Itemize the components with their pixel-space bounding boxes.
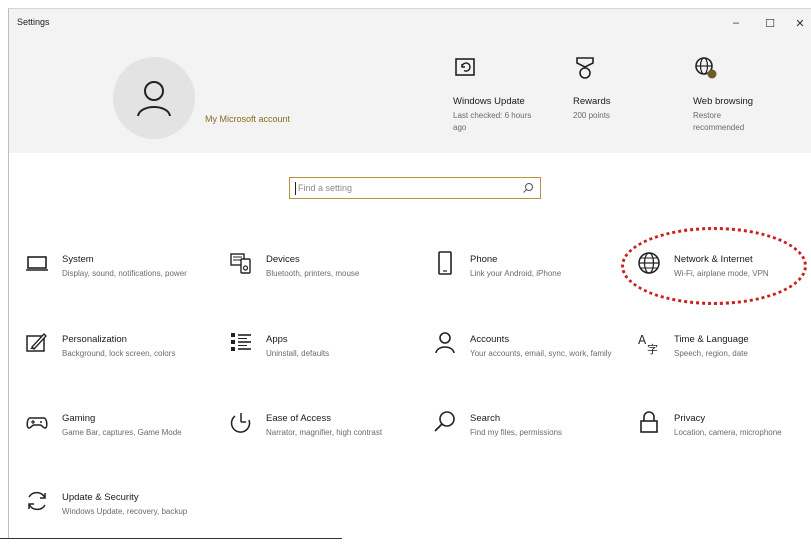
ease-of-access-icon xyxy=(230,413,251,433)
tile-ease-of-access[interactable]: Ease of Access Narrator, magnifier, high… xyxy=(229,410,419,470)
tile-name: Apps xyxy=(266,334,288,345)
tile-name: Gaming xyxy=(62,413,96,424)
tile-description: Display, sound, notifications, power xyxy=(62,269,187,278)
tile-devices[interactable]: Devices Bluetooth, printers, mouse xyxy=(229,251,419,311)
tile-time-language[interactable]: A 字 Time & Language Speech, region, date xyxy=(637,331,811,391)
rewards-card[interactable]: Rewards 200 points xyxy=(573,55,693,122)
sync-icon xyxy=(28,491,46,511)
tile-name: System xyxy=(62,254,94,265)
tile-description: Speech, region, date xyxy=(674,349,748,358)
rewards-icon xyxy=(576,57,594,79)
tile-description: Windows Update, recovery, backup xyxy=(62,507,188,516)
window-title: Settings xyxy=(17,17,50,27)
tile-personalization[interactable]: Personalization Background, lock screen,… xyxy=(25,331,215,391)
gamepad-icon xyxy=(26,417,48,429)
tile-description: Game Bar, captures, Game Mode xyxy=(62,428,182,437)
annotation-highlight-circle xyxy=(621,227,807,305)
tile-name: Devices xyxy=(266,254,300,265)
minimize-icon: – xyxy=(732,17,740,29)
tile-description: Narrator, magnifier, high contrast xyxy=(266,428,383,437)
title-bar: Settings – ☐ ✕ xyxy=(9,9,811,37)
time-language-icon: A 字 xyxy=(638,333,658,355)
svg-text:字: 字 xyxy=(647,342,658,355)
tile-description: Find my files, permissions xyxy=(470,428,563,437)
tile-privacy[interactable]: Privacy Location, camera, microphone xyxy=(637,410,811,470)
account-header: My Microsoft account Windows Update Last… xyxy=(9,37,811,153)
web-browsing-subtitle: Restore recommended xyxy=(693,111,745,132)
maximize-button[interactable]: ☐ xyxy=(755,13,785,33)
tile-name: Time & Language xyxy=(674,334,749,345)
tile-description: Uninstall, defaults xyxy=(266,349,330,358)
user-avatar-icon xyxy=(137,81,171,117)
bottom-divider xyxy=(0,538,342,539)
tile-description: Your accounts, email, sync, work, family xyxy=(470,349,612,358)
phone-icon xyxy=(438,251,452,275)
tile-description: Bluetooth, printers, mouse xyxy=(266,269,360,278)
laptop-icon xyxy=(26,256,48,271)
tile-name: Privacy xyxy=(674,413,706,424)
web-browsing-card[interactable]: Web browsing Restore recommended xyxy=(693,55,811,134)
web-browsing-icon xyxy=(695,57,717,79)
tile-name: Search xyxy=(470,413,501,424)
web-browsing-title: Web browsing xyxy=(693,96,754,107)
tile-description: Location, camera, microphone xyxy=(674,428,782,437)
search-placeholder: Find a setting xyxy=(298,183,353,193)
my-microsoft-account-link[interactable]: My Microsoft account xyxy=(205,114,290,124)
lock-icon xyxy=(640,411,658,433)
personalization-icon xyxy=(26,333,47,352)
svg-text:A: A xyxy=(638,333,647,347)
person-icon xyxy=(435,332,455,354)
close-button[interactable]: ✕ xyxy=(789,13,811,33)
maximize-icon: ☐ xyxy=(765,17,775,30)
windows-update-subtitle: Last checked: 6 hours ago xyxy=(453,111,532,132)
close-icon: ✕ xyxy=(795,17,805,30)
search-icon[interactable] xyxy=(522,182,534,194)
tile-phone[interactable]: Phone Link your Android, iPhone xyxy=(433,251,623,311)
windows-update-card[interactable]: Windows Update Last checked: 6 hours ago xyxy=(453,55,573,134)
tile-name: Personalization xyxy=(62,334,127,345)
tile-system[interactable]: System Display, sound, notifications, po… xyxy=(25,251,215,311)
apps-icon xyxy=(231,333,251,351)
avatar[interactable] xyxy=(113,57,195,139)
settings-window: Settings – ☐ ✕ My Microsoft account Wind… xyxy=(8,8,811,539)
windows-update-title: Windows Update xyxy=(453,96,525,107)
rewards-subtitle: 200 points xyxy=(573,111,610,120)
tile-accounts[interactable]: Accounts Your accounts, email, sync, wor… xyxy=(433,331,623,391)
search-icon xyxy=(434,411,455,432)
tile-description: Background, lock screen, colors xyxy=(62,349,176,358)
tile-apps[interactable]: Apps Uninstall, defaults xyxy=(229,331,419,391)
text-caret xyxy=(295,182,296,195)
tile-description: Link your Android, iPhone xyxy=(470,269,562,278)
tile-name: Update & Security xyxy=(62,492,139,503)
tile-name: Phone xyxy=(470,254,498,265)
tile-name: Ease of Access xyxy=(266,413,331,424)
devices-icon xyxy=(230,253,251,274)
minimize-button[interactable]: – xyxy=(721,13,751,33)
tile-update-security[interactable]: Update & Security Windows Update, recove… xyxy=(25,489,215,549)
tile-name: Accounts xyxy=(470,334,510,345)
tile-gaming[interactable]: Gaming Game Bar, captures, Game Mode xyxy=(25,410,215,470)
search-input[interactable]: Find a setting xyxy=(289,177,541,199)
tile-search[interactable]: Search Find my files, permissions xyxy=(433,410,623,470)
rewards-title: Rewards xyxy=(573,96,611,107)
windows-update-icon xyxy=(455,58,475,76)
